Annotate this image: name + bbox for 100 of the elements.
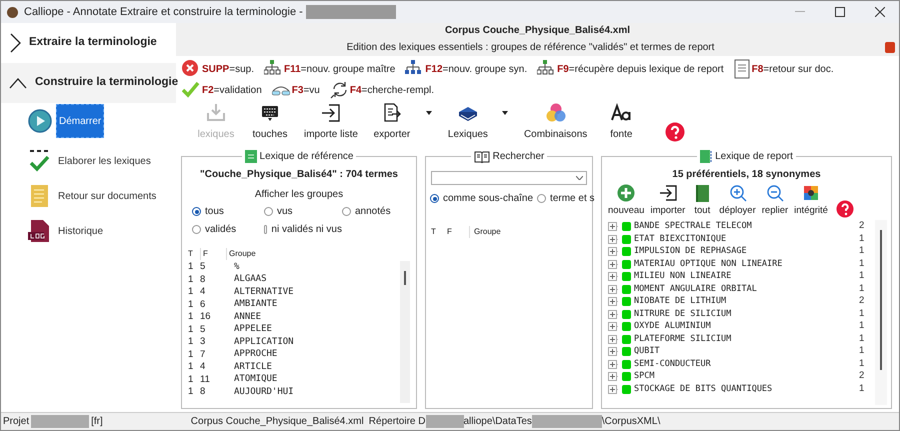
tree-item[interactable]: SPCM <box>634 370 856 383</box>
tree-item[interactable]: NITRURE DE SILICIUM <box>634 308 856 320</box>
column-header[interactable]: Groupe <box>469 226 587 238</box>
tree-item[interactable]: MATERIAU OPTIQUE NON LINEAIRE <box>634 258 856 270</box>
document-icon <box>734 59 750 79</box>
caret-icon[interactable] <box>502 111 508 115</box>
table-cell-text: ALTERNATIVE <box>233 286 295 298</box>
download-icon <box>206 103 226 123</box>
sidebar-item[interactable]: Historique <box>56 224 106 238</box>
tree-item[interactable]: IMPULSION DE REPHASAGE <box>634 245 856 258</box>
play-circle-icon <box>28 109 52 133</box>
scrollbar[interactable] <box>400 261 410 403</box>
tree-item[interactable]: MILIEU NON LINEAIRE <box>634 270 856 283</box>
expand-icon[interactable] <box>608 360 619 368</box>
expand-icon[interactable] <box>608 310 619 318</box>
column-header[interactable]: F <box>447 226 469 238</box>
tool-button[interactable]: replier <box>760 184 790 218</box>
radio-button[interactable]: tous <box>192 204 264 219</box>
expand-icon[interactable] <box>608 284 619 294</box>
column-header[interactable]: T <box>188 248 200 260</box>
item-count: 2 <box>859 369 866 384</box>
radio-button[interactable]: ni validés ni vus <box>264 222 342 237</box>
zoom-in-icon <box>728 184 747 202</box>
tool-button[interactable]: tout <box>689 184 716 218</box>
expand-icon[interactable] <box>608 297 619 306</box>
shortcut-legend: F2=validation <box>202 82 262 98</box>
expand-icon[interactable] <box>608 272 619 281</box>
expand-icon[interactable] <box>608 347 619 356</box>
status-project-label: Projet <box>2 415 30 429</box>
expand-icon[interactable] <box>608 322 619 331</box>
tool-button[interactable]: nouveau <box>606 184 646 218</box>
sidebar-section[interactable]: Extraire la terminologie <box>1 23 176 63</box>
expand-icon[interactable] <box>608 222 619 231</box>
tool-button[interactable]: intégrité <box>792 184 830 218</box>
filter-label: Afficher les groupes <box>254 188 344 202</box>
font-icon <box>611 103 632 123</box>
radio-button[interactable]: vus <box>264 204 342 219</box>
add-circle-icon <box>617 184 636 202</box>
tree-item[interactable]: MOMENT ANGULAIRE ORBITAL <box>634 282 856 296</box>
glasses-icon <box>272 84 290 96</box>
table-cell-text: 5 <box>200 260 206 274</box>
radio-button[interactable]: annotés <box>342 204 412 219</box>
radio-button[interactable]: terme et s <box>537 191 595 206</box>
table-cell-text: ATOMIQUE <box>233 373 278 386</box>
tree-item[interactable]: STOCKAGE DE BITS QUANTIQUES <box>634 382 856 396</box>
caret-icon[interactable] <box>426 111 432 115</box>
check-mark-icon <box>28 149 52 173</box>
status-directory: Répertoire D <box>368 415 426 429</box>
expand-icon[interactable] <box>608 334 619 344</box>
expand-icon[interactable] <box>608 260 619 268</box>
table-cell-text: 1 <box>188 260 194 274</box>
item-count: 1 <box>859 256 866 271</box>
tool-button[interactable]: importer <box>648 184 688 218</box>
radio-button[interactable]: validés <box>192 222 264 237</box>
toolbar-button[interactable]: fonte <box>595 101 648 144</box>
shortcut-legend: F9=récupère depuis lexique de report <box>557 62 724 76</box>
close-icon[interactable] <box>875 7 885 17</box>
column-header[interactable]: F <box>200 248 226 260</box>
tree-item[interactable]: PLATEFORME SILICIUM <box>634 332 856 346</box>
shortcut-legend: F8=retour sur doc. <box>752 62 834 76</box>
table-cell-text: ARTICLE <box>233 360 273 374</box>
sidebar-item[interactable]: Elaborer les lexiques <box>56 154 153 168</box>
tree-item[interactable]: BANDE SPECTRALE TELECOM <box>634 220 856 233</box>
table-cell-text: 11 <box>200 372 211 387</box>
table-cell-text: 1 <box>188 285 194 300</box>
log-file-icon <box>28 219 52 243</box>
sidebar-section[interactable]: Construire la terminologie <box>1 63 176 103</box>
tree-item[interactable]: OXYDE ALUMINIUM <box>634 320 856 333</box>
radio-button[interactable]: comme sous-chaîne <box>430 191 534 206</box>
column-header[interactable]: Groupe <box>226 248 400 260</box>
item-count: 2 <box>859 219 866 234</box>
sidebar-item[interactable]: Démarrer <box>56 104 104 138</box>
expand-icon[interactable] <box>608 234 619 244</box>
expand-icon[interactable] <box>608 384 619 394</box>
status-directory: \CorpusXML\ <box>602 415 660 429</box>
redacted-block <box>426 415 464 428</box>
table-cell-text: APPROCHE <box>233 348 278 361</box>
sidebar-item[interactable]: Retour sur documents <box>56 188 158 204</box>
tree-item[interactable]: NIOBATE DE LITHIUM <box>634 295 856 308</box>
toolbar-button[interactable]: Lexiques <box>442 101 494 144</box>
lexicon-summary: 15 préférentiels, 18 synonymes <box>671 168 822 182</box>
tool-button[interactable]: déployer <box>717 184 758 218</box>
tree-item[interactable]: SEMI-CONDUCTEUR <box>634 358 856 370</box>
toolbar-button[interactable]: touches <box>244 101 296 144</box>
corpus-title: Corpus Couche_Physique_Balisé4.xml <box>444 24 632 38</box>
table-cell-text: APPLICATION <box>233 336 295 348</box>
book-icon <box>693 184 712 202</box>
expand-icon[interactable] <box>608 372 619 381</box>
table-cell-text: 4 <box>200 285 206 300</box>
tree-item[interactable]: QUBIT <box>634 345 856 358</box>
maximize-icon[interactable] <box>835 7 845 17</box>
tree-item[interactable]: ETAT BIEXCITONIQUE <box>634 232 856 246</box>
toolbar-button[interactable]: importe liste <box>298 101 364 144</box>
shortcut-legend: F4=cherche-rempl. <box>350 82 434 98</box>
column-header[interactable]: T <box>431 226 447 238</box>
expand-icon[interactable] <box>608 247 619 256</box>
redacted-block <box>532 415 602 428</box>
table-cell-text: 1 <box>188 360 194 374</box>
toolbar-button[interactable]: Combinaisons <box>518 101 594 144</box>
toolbar-button[interactable]: exporter <box>366 101 418 144</box>
